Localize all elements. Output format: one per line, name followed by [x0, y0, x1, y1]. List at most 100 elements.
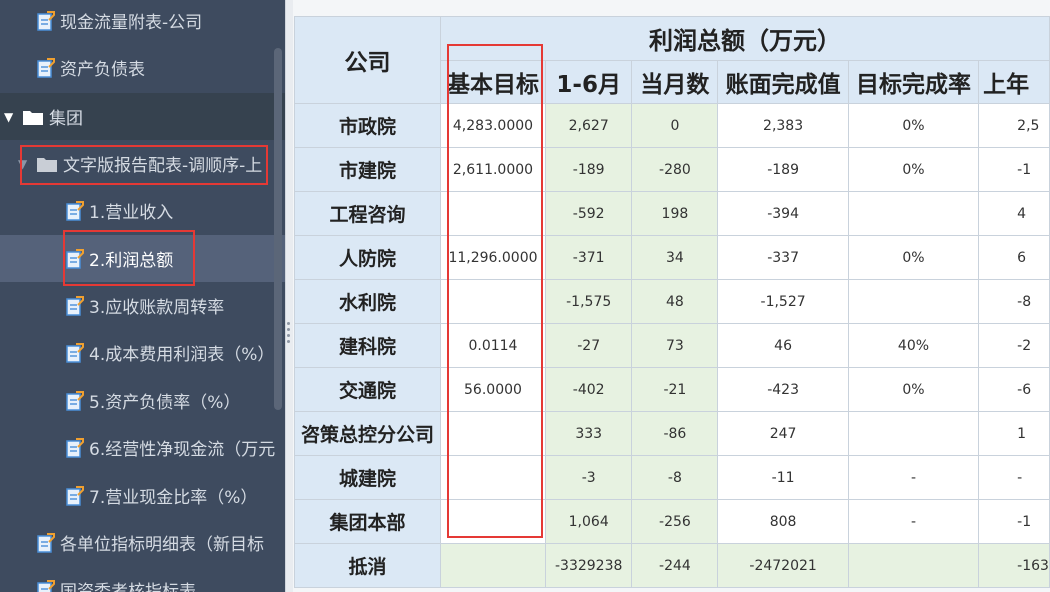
sidebar-item-total-profit[interactable]: 2.利润总额: [0, 235, 285, 282]
data-cell[interactable]: 0%: [847, 235, 980, 280]
data-cell[interactable]: 73: [631, 323, 719, 368]
data-cell[interactable]: -189: [544, 147, 633, 192]
document-icon: [66, 437, 84, 458]
data-cell[interactable]: [847, 543, 980, 588]
caret-down-icon[interactable]: ▼: [4, 110, 18, 124]
sidebar-folder-text-report[interactable]: ▼ 文字版报告配表-调顺序-上: [0, 140, 285, 187]
sidebar-item-unit-indicators[interactable]: 各单位指标明细表（新目标: [0, 519, 285, 566]
sidebar-scrollbar[interactable]: [274, 48, 282, 410]
data-cell[interactable]: 0%: [847, 147, 980, 192]
data-cell[interactable]: -337: [717, 235, 849, 280]
company-cell: 市政院: [294, 103, 441, 148]
data-cell[interactable]: -1: [978, 147, 1050, 192]
company-cell: 咨策总控分公司: [294, 411, 441, 456]
data-cell[interactable]: -8: [631, 455, 719, 500]
data-cell[interactable]: -423: [717, 367, 849, 412]
splitter-grip-dot: [287, 328, 290, 331]
sidebar-item-label: 集团: [49, 109, 83, 129]
sidebar-item-label: 各单位指标明细表（新目标: [60, 535, 264, 555]
data-cell[interactable]: 2,383: [717, 103, 849, 148]
sidebar-item-operating-cashflow[interactable]: 6.经营性净现金流（万元: [0, 424, 285, 471]
data-cell[interactable]: -1,575: [544, 279, 633, 324]
data-cell[interactable]: 48: [631, 279, 719, 324]
data-cell[interactable]: -: [978, 455, 1050, 500]
data-cell[interactable]: 198: [631, 191, 719, 236]
sidebar-item-label: 1.营业收入: [89, 203, 174, 223]
data-cell[interactable]: [439, 455, 546, 500]
data-cell[interactable]: 6: [978, 235, 1050, 280]
sidebar-item-cost-profit[interactable]: 4.成本费用利润表（%）: [0, 329, 285, 376]
sidebar-item-debt-ratio[interactable]: 5.资产负债率（%）: [0, 377, 285, 424]
data-cell[interactable]: 333: [544, 411, 633, 456]
document-icon: [66, 485, 84, 506]
data-cell[interactable]: -256: [631, 499, 719, 544]
data-cell[interactable]: -3: [544, 455, 633, 500]
data-cell[interactable]: 0: [631, 103, 719, 148]
data-cell[interactable]: -86: [631, 411, 719, 456]
data-cell[interactable]: 40%: [847, 323, 980, 368]
data-cell[interactable]: -244: [631, 543, 719, 588]
column-header: 当月数: [631, 60, 719, 104]
sidebar-item-revenue[interactable]: 1.营业收入: [0, 187, 285, 234]
sidebar-item-operating-cash-ratio[interactable]: 7.营业现金比率（%）: [0, 472, 285, 519]
company-cell: 市建院: [294, 147, 441, 192]
data-cell[interactable]: [847, 279, 980, 324]
data-cell[interactable]: -189: [717, 147, 849, 192]
data-cell[interactable]: 247: [717, 411, 849, 456]
data-cell[interactable]: -1,527: [717, 279, 849, 324]
data-cell[interactable]: 2,611.0000: [439, 147, 546, 192]
sidebar-item-balance-sheet[interactable]: 资产负债表: [0, 44, 285, 91]
data-cell[interactable]: -6: [978, 367, 1050, 412]
data-cell[interactable]: -27: [544, 323, 633, 368]
data-cell[interactable]: [439, 411, 546, 456]
sidebar-item-label: 文字版报告配表-调顺序-上: [63, 156, 263, 176]
data-cell[interactable]: [439, 543, 546, 588]
data-cell[interactable]: 1,064: [544, 499, 633, 544]
data-cell[interactable]: 2,5: [978, 103, 1050, 148]
sidebar-item-receivables-turnover[interactable]: 3.应收账款周转率: [0, 282, 285, 329]
company-cell: 交通院: [294, 367, 441, 412]
data-cell[interactable]: [847, 191, 980, 236]
data-cell[interactable]: -163: [978, 543, 1050, 588]
data-cell[interactable]: 808: [717, 499, 849, 544]
data-cell[interactable]: 34: [631, 235, 719, 280]
data-cell[interactable]: -394: [717, 191, 849, 236]
data-cell[interactable]: -8: [978, 279, 1050, 324]
data-cell[interactable]: 0%: [847, 367, 980, 412]
company-cell: 集团本部: [294, 499, 441, 544]
company-column-header: 公司: [294, 16, 441, 104]
sidebar-item-cashflow-company[interactable]: 现金流量附表-公司: [0, 0, 285, 44]
data-cell[interactable]: 4: [978, 191, 1050, 236]
data-cell[interactable]: -2472021: [717, 543, 849, 588]
data-cell[interactable]: 0%: [847, 103, 980, 148]
data-cell[interactable]: -3329238: [544, 543, 633, 588]
data-cell[interactable]: [847, 411, 980, 456]
sidebar-folder-group[interactable]: ▼ 集团: [0, 93, 285, 140]
data-cell[interactable]: 46: [717, 323, 849, 368]
data-cell[interactable]: 0.0114: [439, 323, 546, 368]
data-cell[interactable]: [439, 191, 546, 236]
data-cell[interactable]: 56.0000: [439, 367, 546, 412]
data-cell[interactable]: -: [847, 499, 980, 544]
data-cell[interactable]: -: [847, 455, 980, 500]
data-cell[interactable]: 2,627: [544, 103, 633, 148]
data-cell[interactable]: -371: [544, 235, 633, 280]
data-cell[interactable]: -11: [717, 455, 849, 500]
caret-down-icon[interactable]: ▼: [18, 157, 32, 171]
sidebar-item-sasac-indicators[interactable]: 国资委考核指标表: [0, 566, 285, 592]
column-header: 目标完成率: [847, 60, 980, 104]
data-cell[interactable]: -592: [544, 191, 633, 236]
data-cell[interactable]: -402: [544, 367, 633, 412]
sidebar-item-label: 6.经营性净现金流（万元: [89, 440, 276, 460]
data-cell[interactable]: -21: [631, 367, 719, 412]
data-cell[interactable]: 1: [978, 411, 1050, 456]
table-row: 市建院 2,611.0000 -189 -280 -189 0% -1: [294, 147, 1050, 192]
table-row: 咨策总控分公司 333 -86 247 1: [294, 411, 1050, 456]
data-cell[interactable]: 4,283.0000: [439, 103, 546, 148]
data-cell[interactable]: 11,296.0000: [439, 235, 546, 280]
data-cell[interactable]: -2: [978, 323, 1050, 368]
data-cell[interactable]: -280: [631, 147, 719, 192]
data-cell[interactable]: [439, 499, 546, 544]
data-cell[interactable]: [439, 279, 546, 324]
data-cell[interactable]: -1: [978, 499, 1050, 544]
